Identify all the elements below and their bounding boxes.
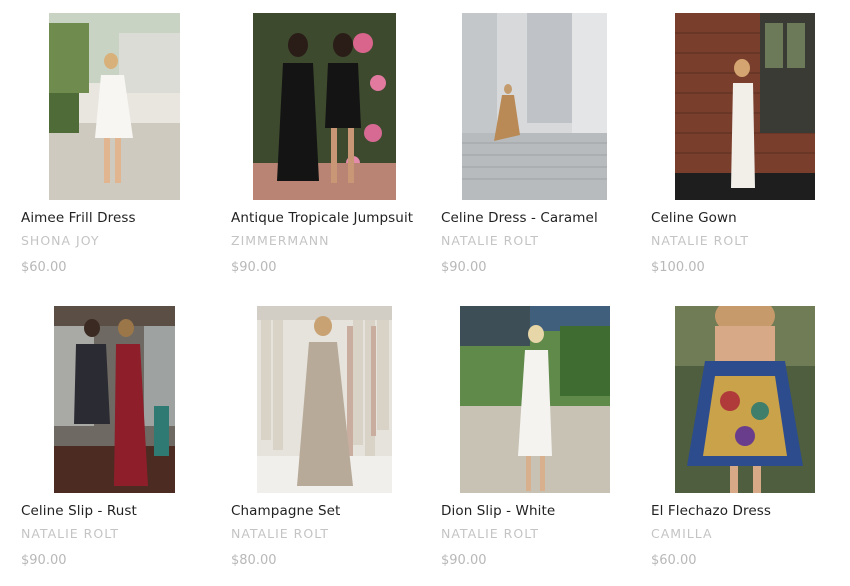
product-image[interactable]: [460, 306, 610, 493]
product-brand: ZIMMERMANN: [231, 233, 330, 248]
product-price: $80.00: [231, 553, 277, 568]
product-image[interactable]: [257, 306, 392, 493]
product-price: $60.00: [21, 260, 67, 275]
product-price: $90.00: [231, 260, 277, 275]
product-price: $90.00: [441, 553, 487, 568]
product-title[interactable]: Champagne Set: [231, 503, 340, 519]
product-card[interactable]: Antique Tropicale Jumpsuit ZIMMERMANN $9…: [231, 13, 431, 293]
product-image[interactable]: [253, 13, 396, 200]
product-brand: NATALIE ROLT: [441, 526, 540, 541]
product-image[interactable]: [675, 306, 815, 493]
product-card[interactable]: El Flechazo Dress CAMILLA $60.00: [651, 306, 850, 586]
product-card[interactable]: Dion Slip - White NATALIE ROLT $90.00: [441, 306, 641, 586]
product-price: $100.00: [651, 260, 705, 275]
product-title[interactable]: Dion Slip - White: [441, 503, 555, 519]
product-image[interactable]: [54, 306, 175, 493]
product-title[interactable]: Antique Tropicale Jumpsuit: [231, 210, 413, 226]
product-title[interactable]: Aimee Frill Dress: [21, 210, 136, 226]
product-image[interactable]: [675, 13, 815, 200]
product-brand: NATALIE ROLT: [231, 526, 330, 541]
product-grid: Aimee Frill Dress SHONA JOY $60.00 Antiq…: [0, 0, 850, 577]
product-image[interactable]: [49, 13, 180, 200]
product-brand: NATALIE ROLT: [441, 233, 540, 248]
product-card[interactable]: Aimee Frill Dress SHONA JOY $60.00: [21, 13, 221, 293]
product-price: $60.00: [651, 553, 697, 568]
product-price: $90.00: [21, 553, 67, 568]
product-card[interactable]: Celine Gown NATALIE ROLT $100.00: [651, 13, 850, 293]
product-price: $90.00: [441, 260, 487, 275]
product-brand: SHONA JOY: [21, 233, 100, 248]
product-card[interactable]: Champagne Set NATALIE ROLT $80.00: [231, 306, 431, 586]
product-brand: CAMILLA: [651, 526, 713, 541]
product-card[interactable]: Celine Slip - Rust NATALIE ROLT $90.00: [21, 306, 221, 586]
product-title[interactable]: Celine Gown: [651, 210, 737, 226]
product-image[interactable]: [462, 13, 607, 200]
product-card[interactable]: Celine Dress - Caramel NATALIE ROLT $90.…: [441, 13, 641, 293]
product-brand: NATALIE ROLT: [21, 526, 120, 541]
product-title[interactable]: El Flechazo Dress: [651, 503, 771, 519]
product-title[interactable]: Celine Dress - Caramel: [441, 210, 598, 226]
product-title[interactable]: Celine Slip - Rust: [21, 503, 137, 519]
product-brand: NATALIE ROLT: [651, 233, 750, 248]
